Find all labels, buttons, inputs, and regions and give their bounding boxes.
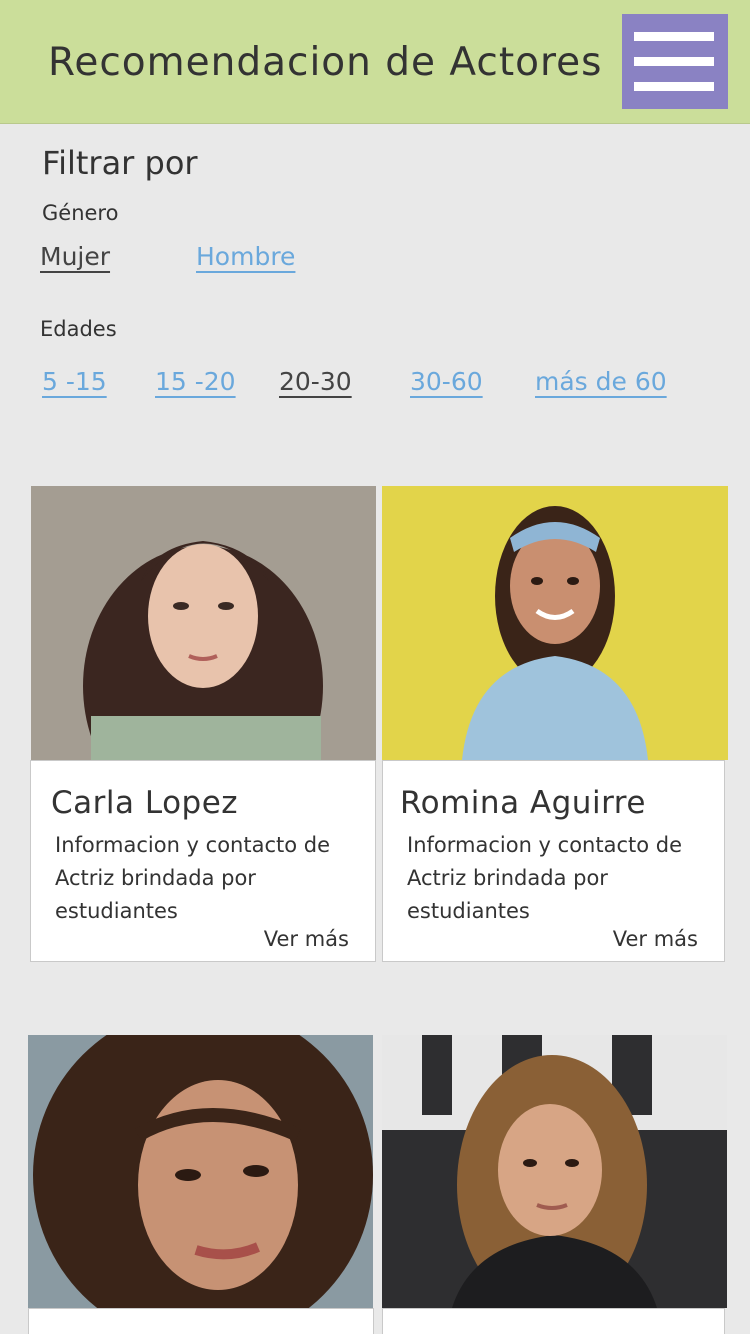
hamburger-menu-button[interactable] <box>622 14 728 109</box>
actress-card[interactable] <box>28 1308 374 1334</box>
filter-age-15-20[interactable]: 15 -20 <box>155 367 236 396</box>
actress-card[interactable]: Carla Lopez Informacion y contacto de Ac… <box>30 760 376 962</box>
app-header: Recomendacion de Actores <box>0 0 750 124</box>
actress-description: Informacion y contacto de Actriz brindad… <box>407 833 683 923</box>
app-title: Recomendacion de Actores <box>48 40 603 85</box>
filter-age-5-15[interactable]: 5 -15 <box>42 367 107 396</box>
actress-card[interactable] <box>382 1308 725 1334</box>
filters-title: Filtrar por <box>42 144 198 182</box>
actress-description: Informacion y contacto de Actriz brindad… <box>55 833 331 923</box>
filter-age-over-60[interactable]: más de 60 <box>535 367 667 396</box>
see-more-link[interactable]: Ver más <box>613 927 698 951</box>
filter-gender-mujer[interactable]: Mujer <box>40 242 110 271</box>
filter-age-30-60[interactable]: 30-60 <box>410 367 483 396</box>
actress-photo[interactable] <box>28 1035 373 1308</box>
actress-photo[interactable] <box>382 1035 727 1308</box>
actress-name: Carla Lopez <box>51 785 239 821</box>
ages-label: Edades <box>40 317 117 341</box>
actress-photo[interactable] <box>31 486 376 760</box>
actress-name: Romina Aguirre <box>400 785 646 821</box>
actress-card[interactable]: Romina Aguirre Informacion y contacto de… <box>382 760 725 962</box>
actress-photo[interactable] <box>382 486 728 760</box>
gender-label: Género <box>42 201 119 225</box>
see-more-link[interactable]: Ver más <box>264 927 349 951</box>
filter-gender-hombre[interactable]: Hombre <box>196 242 295 271</box>
filter-age-20-30[interactable]: 20-30 <box>279 367 352 396</box>
